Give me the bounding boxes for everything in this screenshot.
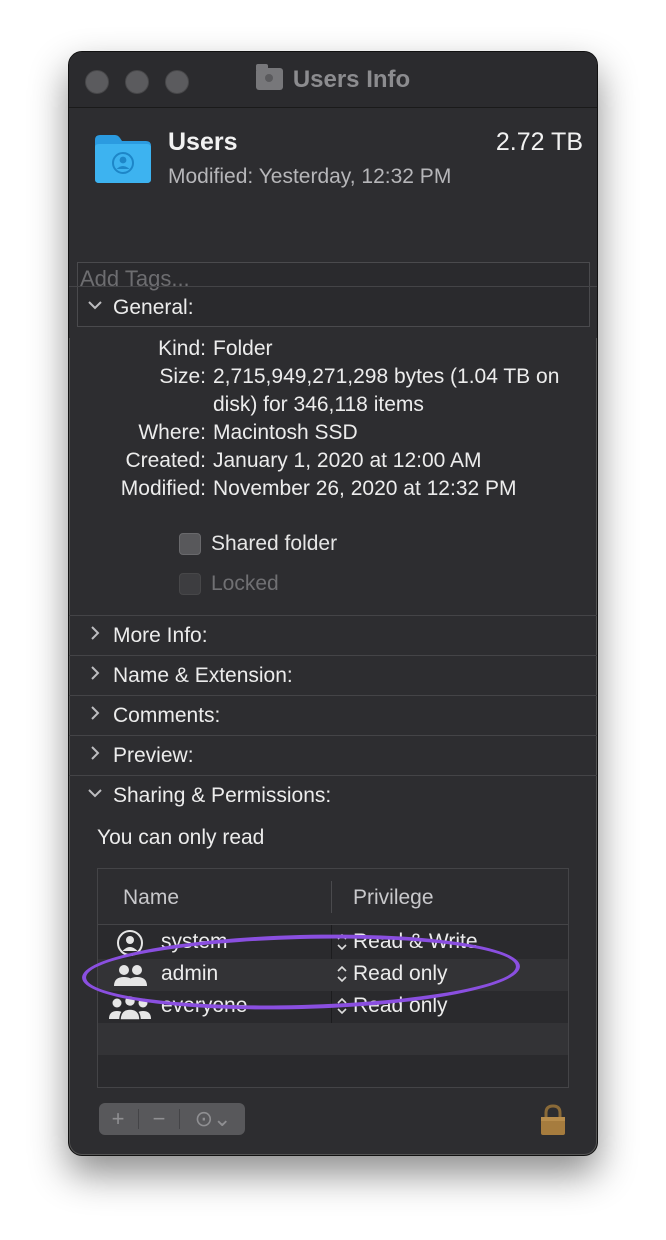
permission-note: You can only read [97,826,265,849]
section-comments-label: Comments: [113,704,221,727]
info-value: Macintosh SSD [213,421,358,444]
table-row[interactable]: everyone Read only [98,991,568,1023]
chevron-right-icon [91,746,100,760]
column-header-privilege[interactable]: Privilege [353,886,434,910]
updown-arrows-icon[interactable] [336,931,348,953]
updown-arrows-icon[interactable] [336,963,348,985]
chevron-right-icon [91,666,100,680]
empty-row [98,1055,568,1087]
table-row[interactable]: system Read & Write [98,927,568,959]
chevron-down-icon [88,301,102,310]
table-header: Name Privilege [98,869,568,925]
group-icon [114,965,147,986]
info-row-modified: Modified: November 26, 2020 at 12:32 PM [69,475,597,503]
privilege-popup[interactable]: Read only [353,962,448,986]
section-name-extension[interactable]: Name & Extension: [69,658,597,696]
chevron-right-icon [91,706,100,720]
chevron-right-icon [91,626,100,640]
info-value: January 1, 2020 at 12:00 AM [213,449,482,472]
column-header-name[interactable]: Name [123,886,179,910]
toolbar-divider [179,1109,180,1129]
item-size: 2.72 TB [495,128,583,156]
shared-folder-label: Shared folder [211,532,338,555]
window-title: Users Info [292,66,411,93]
user-name: admin [161,962,219,985]
chevron-down-icon [88,789,102,798]
remove-user-button[interactable]: − [140,1103,178,1135]
divider [69,286,597,287]
user-name: system [161,930,228,953]
item-name: Users [168,128,238,156]
section-general-label: General: [113,296,194,319]
divider [69,615,597,616]
folder-icon [255,64,283,90]
info-row-size: Size: 2,715,949,271,298 bytes (1.04 TB o… [69,363,597,419]
item-modified: Modified: Yesterday, 12:32 PM [168,165,451,189]
info-key: Modified: [120,477,206,500]
info-key: Kind: [158,337,206,360]
permissions-table: Name Privilege system Read & Write admin [97,868,569,1088]
user-name: everyone [161,994,248,1017]
empty-row [98,1023,568,1055]
modified-value: Yesterday, 12:32 PM [258,165,452,188]
shared-folder-checkbox[interactable] [179,533,201,555]
updown-arrows-icon[interactable] [336,995,348,1017]
info-window: Users Info Users 2.72 TB Modified: Yeste… [68,51,598,1156]
permissions-toolbar: + − ⊙⌄ [99,1103,245,1135]
info-key: Created: [125,449,206,472]
column-divider[interactable] [331,881,332,913]
window-title-wrap: Users Info [69,64,597,94]
info-row-created: Created: January 1, 2020 at 12:00 AM [69,447,597,475]
modified-label: Modified: [168,165,254,188]
privilege-popup[interactable]: Read only [353,994,448,1018]
action-menu-button[interactable]: ⊙⌄ [181,1103,245,1135]
info-value: November 26, 2020 at 12:32 PM [213,477,517,500]
users-folder-icon [95,135,151,183]
toolbar-divider [138,1109,139,1129]
section-preview[interactable]: Preview: [69,738,597,776]
privilege-popup[interactable]: Read & Write [353,930,478,954]
divider [69,735,597,736]
add-user-button[interactable]: + [99,1103,137,1135]
section-more-info[interactable]: More Info: [69,618,597,656]
everyone-icon [109,994,151,1021]
info-value: Folder [213,337,273,360]
locked-label: Locked [211,572,279,595]
section-sharing-permissions[interactable]: Sharing & Permissions: [69,778,597,816]
info-row-kind: Kind: Folder [69,335,597,363]
info-value: 2,715,949,271,298 bytes (1.04 TB on disk… [213,365,560,416]
lock-icon[interactable] [539,1104,567,1136]
section-comments[interactable]: Comments: [69,698,597,736]
section-preview-label: Preview: [113,744,194,767]
section-more-info-label: More Info: [113,624,208,647]
info-key: Where: [138,421,206,444]
divider [69,655,597,656]
user-icon [117,930,143,956]
divider [69,695,597,696]
info-key: Size: [159,365,206,388]
table-row[interactable]: admin Read only [98,959,568,991]
section-general[interactable]: General: [69,290,597,328]
info-row-where: Where: Macintosh SSD [69,419,597,447]
locked-checkbox [179,573,201,595]
section-name-extension-label: Name & Extension: [113,664,293,687]
section-sharing-label: Sharing & Permissions: [113,784,332,807]
title-bar: Users Info [69,52,597,108]
divider [69,775,597,776]
